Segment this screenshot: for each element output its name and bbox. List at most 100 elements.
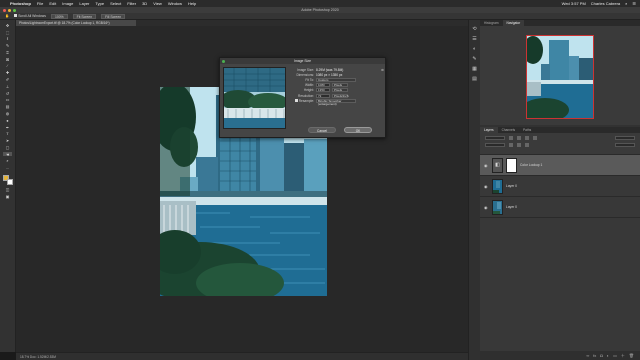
resample-method-select[interactable]: Bicubic Smoother (enlargement) bbox=[316, 98, 356, 105]
path-selection-tool-icon[interactable]: ➤ bbox=[3, 138, 12, 143]
layer-row[interactable]: ◉ ◧ Color Lookup 1 bbox=[480, 155, 640, 176]
menu-file[interactable]: File bbox=[37, 1, 43, 6]
properties-panel-icon[interactable]: ☰ bbox=[472, 36, 476, 42]
filter-adjustment-icon[interactable] bbox=[517, 136, 521, 140]
filter-pixel-icon[interactable] bbox=[509, 136, 513, 140]
layer-row[interactable]: ◉ Layer 0 bbox=[480, 176, 640, 197]
color-swatches[interactable] bbox=[2, 175, 13, 186]
user-name[interactable]: Charles Cabrera bbox=[591, 1, 620, 6]
width-unit-select[interactable]: Pixels bbox=[332, 83, 348, 88]
adjustments-panel-icon[interactable]: ◐ bbox=[473, 46, 476, 52]
layer-row[interactable]: ◉ Layer 0 bbox=[480, 197, 640, 218]
zoom-window-button[interactable] bbox=[13, 8, 16, 12]
pen-tool-icon[interactable]: ✒ bbox=[3, 125, 12, 130]
history-brush-tool-icon[interactable]: ↺ bbox=[3, 91, 12, 96]
menu-3d[interactable]: 3D bbox=[142, 1, 147, 6]
app-menu[interactable]: Photoshop bbox=[10, 1, 31, 6]
background-color-swatch[interactable] bbox=[6, 179, 13, 186]
resample-checkbox-label[interactable]: Resample: bbox=[292, 98, 314, 103]
menu-type[interactable]: Type bbox=[95, 1, 104, 6]
visibility-eye-icon[interactable]: ◉ bbox=[484, 163, 489, 168]
menu-select[interactable]: Select bbox=[110, 1, 121, 6]
menu-view[interactable]: View bbox=[153, 1, 162, 6]
filter-type-icon[interactable] bbox=[525, 136, 529, 140]
eyedropper-tool-icon[interactable]: ⁄ bbox=[3, 63, 12, 68]
new-adjustment-icon[interactable]: ◐ bbox=[607, 353, 609, 358]
layer-style-icon[interactable]: fx bbox=[593, 353, 596, 358]
resolution-input[interactable]: 72 bbox=[316, 93, 330, 98]
menu-filter[interactable]: Filter bbox=[127, 1, 136, 6]
fill-screen-button[interactable]: Fill Screen bbox=[101, 13, 126, 19]
zoom-100-button[interactable]: 100% bbox=[50, 13, 68, 19]
visibility-eye-icon[interactable]: ◉ bbox=[484, 205, 489, 210]
add-mask-icon[interactable]: ◘ bbox=[600, 353, 602, 358]
clone-stamp-tool-icon[interactable]: ⊥ bbox=[3, 84, 12, 89]
type-tool-icon[interactable]: T bbox=[3, 131, 12, 136]
tab-paths[interactable]: Paths bbox=[519, 127, 535, 133]
zoom-tool-icon[interactable]: ⌕ bbox=[3, 158, 12, 163]
navigator-thumbnail[interactable] bbox=[526, 35, 594, 119]
lock-transparency-icon[interactable] bbox=[509, 143, 513, 147]
dialog-close-button[interactable] bbox=[222, 59, 225, 63]
visibility-eye-icon[interactable]: ◉ bbox=[484, 184, 489, 189]
tab-channels[interactable]: Channels bbox=[498, 127, 519, 133]
hand-tool-icon[interactable]: ✋ bbox=[5, 14, 9, 18]
filter-shape-icon[interactable] bbox=[533, 136, 537, 140]
hand-tool-icon[interactable]: ☚ bbox=[3, 152, 12, 157]
search-icon[interactable]: ⌕ bbox=[625, 1, 627, 6]
menu-help[interactable]: Help bbox=[188, 1, 196, 6]
crop-tool-icon[interactable]: ⌗ bbox=[3, 50, 12, 55]
fill-field[interactable] bbox=[615, 143, 635, 147]
swatches-panel-icon[interactable]: ▦ bbox=[472, 66, 477, 72]
link-layers-icon[interactable]: ∞ bbox=[586, 353, 589, 358]
menu-window[interactable]: Window bbox=[168, 1, 182, 6]
width-input[interactable]: 1080 bbox=[316, 83, 330, 88]
settings-gear-icon[interactable]: ⚙ bbox=[381, 68, 384, 72]
close-window-button[interactable] bbox=[3, 8, 6, 12]
scroll-all-windows-checkbox[interactable]: Scroll All Windows bbox=[14, 14, 46, 18]
gradient-tool-icon[interactable]: ▤ bbox=[3, 104, 12, 109]
quick-select-tool-icon[interactable]: ✎ bbox=[3, 43, 12, 48]
libraries-panel-icon[interactable]: ▤ bbox=[472, 76, 477, 82]
fit-screen-button[interactable]: Fit Screen bbox=[72, 13, 97, 19]
dimensions-label: Dimensions: bbox=[296, 72, 314, 77]
rectangle-tool-icon[interactable]: ▢ bbox=[3, 145, 12, 150]
menu-edit[interactable]: Edit bbox=[49, 1, 56, 6]
minimize-window-button[interactable] bbox=[8, 8, 11, 12]
eraser-tool-icon[interactable]: ▭ bbox=[3, 97, 12, 102]
resolution-unit-select[interactable]: Pixels/Inch bbox=[332, 93, 349, 98]
lock-position-icon[interactable] bbox=[525, 143, 529, 147]
new-group-icon[interactable]: ▭ bbox=[613, 353, 617, 358]
menu-layer[interactable]: Layer bbox=[79, 1, 89, 6]
menu-list-icon[interactable]: ☰ bbox=[632, 1, 636, 6]
layer-filter-select[interactable] bbox=[485, 136, 505, 140]
delete-layer-icon[interactable]: 🗑 bbox=[629, 353, 634, 358]
blur-tool-icon[interactable]: ◍ bbox=[3, 111, 12, 116]
history-panel-icon[interactable]: ⟲ bbox=[472, 26, 476, 32]
lasso-tool-icon[interactable]: ℓ bbox=[3, 36, 12, 41]
more-tools-icon[interactable]: … bbox=[3, 165, 12, 170]
lock-pixels-icon[interactable] bbox=[517, 143, 521, 147]
cancel-button[interactable]: Cancel bbox=[308, 127, 336, 133]
resample-checkbox[interactable] bbox=[294, 98, 298, 102]
new-layer-icon[interactable]: ＋ bbox=[621, 353, 625, 359]
opacity-field[interactable] bbox=[615, 136, 635, 140]
height-unit-select[interactable]: Pixels bbox=[332, 88, 348, 93]
height-input[interactable]: 1350 bbox=[316, 88, 330, 93]
quick-mask-icon[interactable]: ◫ bbox=[3, 187, 12, 192]
marquee-tool-icon[interactable]: ⬚ bbox=[3, 30, 12, 35]
image-size-preview[interactable] bbox=[223, 67, 286, 129]
dodge-tool-icon[interactable]: ● bbox=[3, 118, 12, 123]
move-tool-icon[interactable]: ✥ bbox=[3, 23, 12, 28]
tab-layers[interactable]: Layers bbox=[480, 127, 498, 133]
healing-brush-tool-icon[interactable]: ✚ bbox=[3, 70, 12, 75]
brush-panel-icon[interactable]: ✎ bbox=[472, 56, 476, 62]
frame-tool-icon[interactable]: ⊠ bbox=[3, 57, 12, 62]
layer-mask-thumbnail[interactable] bbox=[506, 157, 517, 173]
screen-mode-icon[interactable]: ▣ bbox=[3, 194, 12, 199]
menu-image[interactable]: Image bbox=[62, 1, 73, 6]
ok-button[interactable]: OK bbox=[344, 127, 372, 133]
fit-to-select[interactable]: Custom bbox=[316, 77, 356, 82]
blend-mode-select[interactable] bbox=[485, 143, 505, 147]
brush-tool-icon[interactable]: ✐ bbox=[3, 77, 12, 82]
